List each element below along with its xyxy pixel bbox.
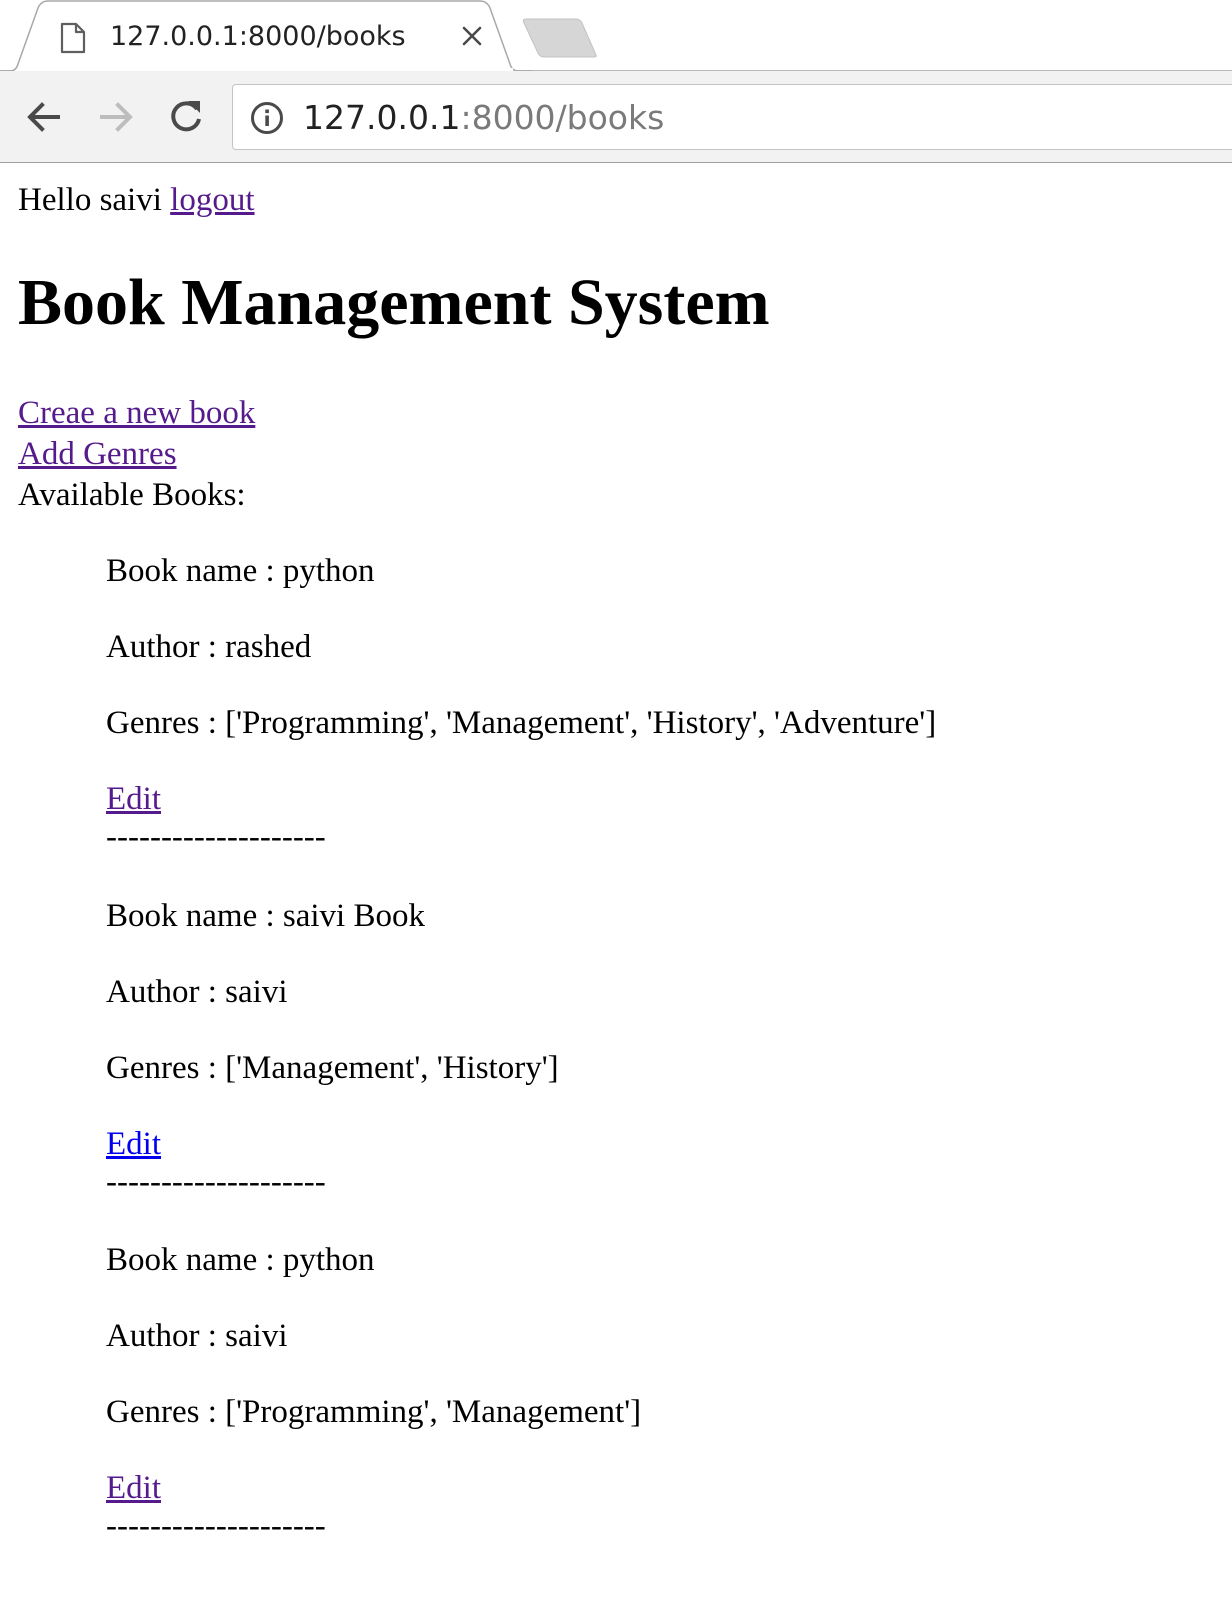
edit-link[interactable]: Edit <box>106 1470 161 1506</box>
browser-chrome: 127.0.0.1:8000/books 127.0.0.1:8000/book… <box>0 0 1232 163</box>
address-bar[interactable]: 127.0.0.1:8000/books <box>232 84 1232 150</box>
edit-link[interactable]: Edit <box>106 781 161 817</box>
book-author: Author : saivi <box>106 1318 288 1354</box>
reload-icon[interactable] <box>164 95 208 139</box>
user-greeting: Hello saivi logout <box>18 179 255 221</box>
book-separator: -------------------- <box>106 1164 326 1200</box>
book-separator: -------------------- <box>106 1508 326 1544</box>
book-genres: Genres : ['Programming', 'Management', '… <box>106 705 937 741</box>
create-book-link[interactable]: Creae a new book <box>18 395 255 431</box>
info-icon[interactable] <box>250 101 284 135</box>
book-author: Author : saivi <box>106 974 288 1010</box>
greeting-text: Hello saivi <box>18 182 162 218</box>
book-author: Author : rashed <box>106 629 312 665</box>
browser-tab[interactable]: 127.0.0.1:8000/books <box>0 0 532 72</box>
nav-links: Creae a new book Add Genres Available Bo… <box>18 393 255 516</box>
page-content: Hello saivi logout Book Management Syste… <box>0 163 1232 1611</box>
forward-arrow-icon[interactable] <box>94 95 138 139</box>
book-name: Book name : saivi Book <box>106 898 425 934</box>
book-name: Book name : python <box>106 553 375 589</box>
close-icon[interactable] <box>458 22 486 50</box>
available-books-label: Available Books: <box>18 477 246 513</box>
page-title: Book Management System <box>18 266 770 339</box>
new-tab-button[interactable] <box>522 18 610 58</box>
logout-link[interactable]: logout <box>170 182 254 218</box>
tab-strip: 127.0.0.1:8000/books <box>0 0 1232 72</box>
book-genres: Genres : ['Management', 'History'] <box>106 1050 559 1086</box>
page-icon <box>60 22 86 54</box>
url-host: 127.0.0.1 <box>303 98 461 137</box>
add-genres-link[interactable]: Add Genres <box>18 436 177 472</box>
tab-title: 127.0.0.1:8000/books <box>110 21 406 52</box>
back-arrow-icon[interactable] <box>22 95 66 139</box>
book-genres: Genres : ['Programming', 'Management'] <box>106 1394 642 1430</box>
url-text[interactable]: 127.0.0.1:8000/books <box>303 95 664 141</box>
book-name: Book name : python <box>106 1242 375 1278</box>
book-separator: -------------------- <box>106 819 326 855</box>
edit-link[interactable]: Edit <box>106 1126 161 1162</box>
url-path: :8000/books <box>460 98 665 137</box>
browser-toolbar: 127.0.0.1:8000/books <box>0 71 1232 163</box>
